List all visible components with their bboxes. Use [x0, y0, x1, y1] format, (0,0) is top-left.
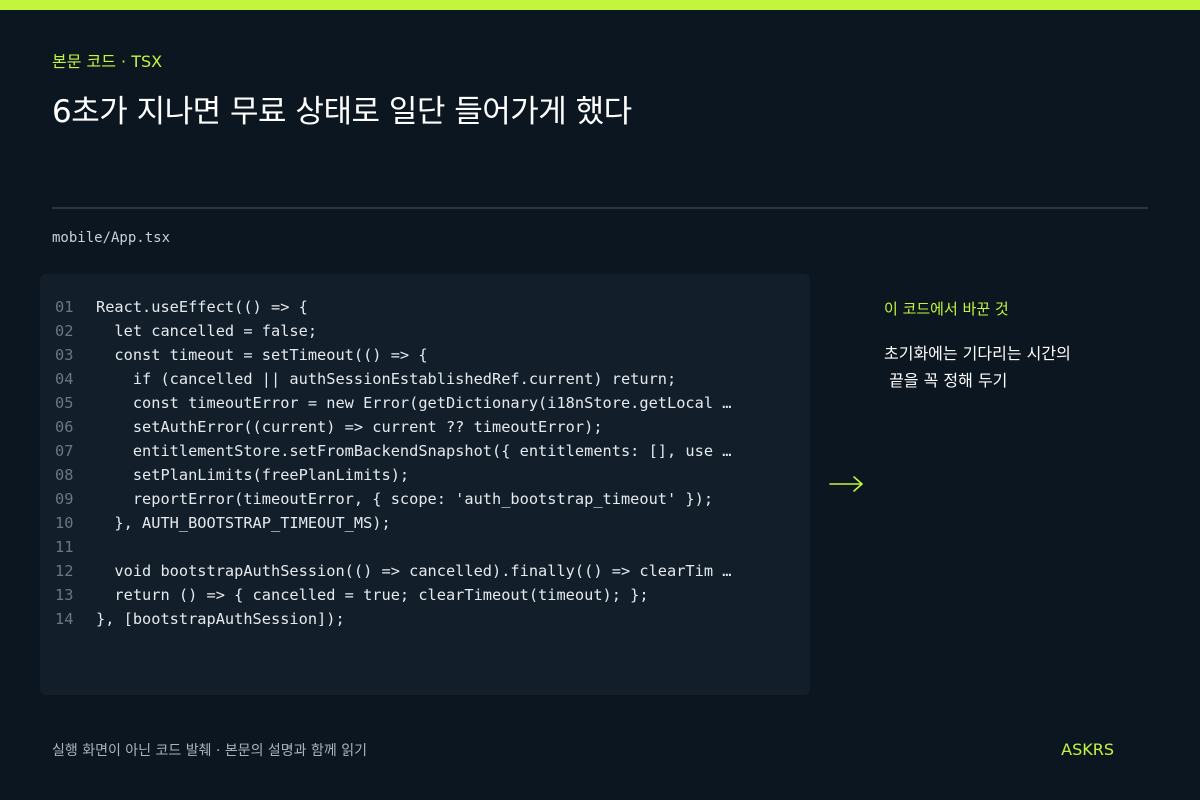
- line-number: 05: [55, 394, 74, 412]
- page-title: 6초가 지나면 무료 상태로 일단 들어가게 했다: [52, 94, 632, 130]
- code-line: 14 }, [bootstrapAuthSession]);: [40, 607, 810, 631]
- code-line: 10 }, AUTH_BOOTSTRAP_TIMEOUT_MS);: [40, 511, 810, 535]
- line-number: 09: [55, 490, 74, 508]
- code-line: 09 reportError(timeoutError, { scope: 'a…: [40, 487, 810, 511]
- arrow-right-icon: [829, 476, 863, 492]
- line-number: 11: [55, 538, 74, 556]
- line-code: if (cancelled || authSessionEstablishedR…: [96, 370, 677, 388]
- line-number: 10: [55, 514, 74, 532]
- brand-label: ASKRS: [1061, 740, 1114, 759]
- line-number: 08: [55, 466, 74, 484]
- code-line: 07 entitlementStore.setFromBackendSnapsh…: [40, 439, 810, 463]
- line-number: 12: [55, 562, 74, 580]
- code-lines: 01 React.useEffect(() => { 02 let cancelle…: [40, 295, 810, 631]
- code-line: 13 return () => { cancelled = true; clea…: [40, 583, 810, 607]
- line-number: 06: [55, 418, 74, 436]
- line-number: 04: [55, 370, 74, 388]
- line-code: let cancelled = false;: [96, 322, 318, 340]
- code-panel: 01 React.useEffect(() => { 02 let cancelle…: [40, 274, 810, 695]
- footer-caption: 실행 화면이 아닌 코드 발췌 · 본문의 설명과 함께 읽기: [52, 743, 367, 759]
- line-number: 02: [55, 322, 74, 340]
- code-line: 11: [40, 535, 810, 559]
- line-code: entitlementStore.setFromBackendSnapshot(…: [96, 442, 732, 460]
- line-number: 01: [55, 298, 74, 316]
- change-note-body: 초기화에는 기다리는 시간의 끝을 꼭 정해 두기: [884, 344, 1071, 390]
- section-eyebrow: 본문 코드 · TSX: [52, 52, 163, 71]
- line-number: 13: [55, 586, 74, 604]
- code-line: 03 const timeout = setTimeout(() => {: [40, 343, 810, 367]
- change-note-heading: 이 코드에서 바꾼 것: [884, 300, 1009, 318]
- line-number: 14: [55, 610, 74, 628]
- line-number: 03: [55, 346, 74, 364]
- line-code: void bootstrapAuthSession(() => cancelle…: [96, 562, 732, 580]
- code-line: 12 void bootstrapAuthSession(() => cance…: [40, 559, 810, 583]
- divider: [52, 207, 1148, 209]
- code-line: 06 setAuthError((current) => current ?? …: [40, 415, 810, 439]
- code-line: 08 setPlanLimits(freePlanLimits);: [40, 463, 810, 487]
- code-line: 05 const timeoutError = new Error(getDic…: [40, 391, 810, 415]
- code-line: 04 if (cancelled || authSessionEstablish…: [40, 367, 810, 391]
- line-code: reportError(timeoutError, { scope: 'auth…: [96, 490, 714, 508]
- line-code: setPlanLimits(freePlanLimits);: [96, 466, 410, 484]
- line-code: const timeoutError = new Error(getDictio…: [96, 394, 732, 412]
- file-path-label: mobile/App.tsx: [52, 230, 171, 246]
- line-code: const timeout = setTimeout(() => {: [96, 346, 428, 364]
- line-code: return () => { cancelled = true; clearTi…: [96, 586, 649, 604]
- line-code: }, [bootstrapAuthSession]);: [96, 610, 345, 628]
- line-code: setAuthError((current) => current ?? tim…: [96, 418, 603, 436]
- line-code: React.useEffect(() => {: [96, 298, 308, 316]
- line-code: }, AUTH_BOOTSTRAP_TIMEOUT_MS);: [96, 514, 391, 532]
- line-number: 07: [55, 442, 74, 460]
- top-accent-bar: [0, 0, 1200, 10]
- code-line: 01 React.useEffect(() => {: [40, 295, 810, 319]
- code-line: 02 let cancelled = false;: [40, 319, 810, 343]
